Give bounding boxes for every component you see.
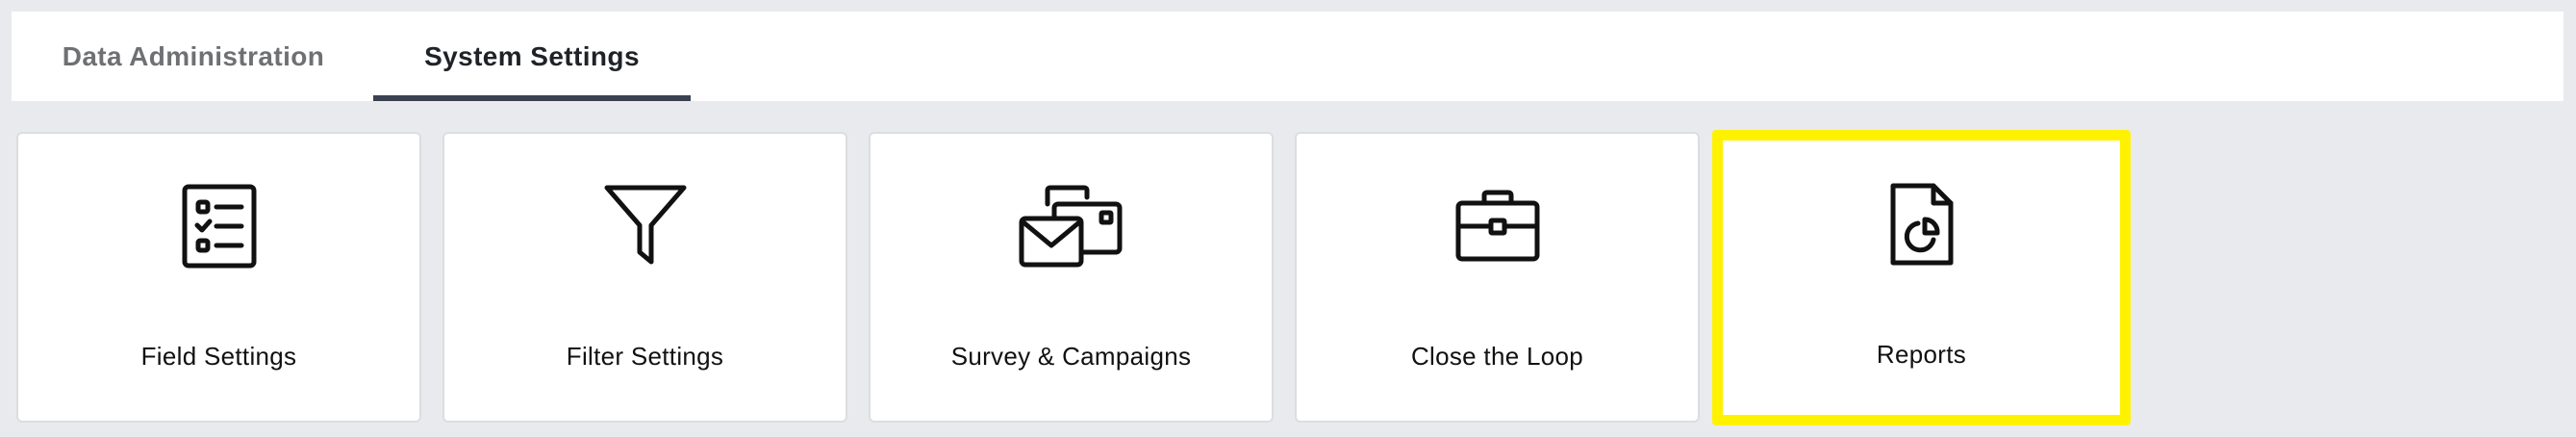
funnel-filter-icon [588,178,703,274]
reports-label: Reports [1876,340,1967,369]
tab-data-administration-label: Data Administration [62,40,325,71]
mail-cards-icon [1014,178,1129,274]
briefcase-icon [1440,178,1555,274]
checklist-icon [162,178,277,274]
close-the-loop-label: Close the Loop [1410,342,1584,371]
tab-data-administration[interactable]: Data Administration [35,12,352,101]
close-the-loop-card[interactable]: Close the Loop [1295,132,1700,423]
field-settings-card[interactable]: Field Settings [16,132,421,423]
filter-settings-label: Filter Settings [566,342,724,371]
tab-system-settings-label: System Settings [424,40,640,71]
filter-settings-card[interactable]: Filter Settings [442,132,847,423]
field-settings-label: Field Settings [140,342,297,371]
active-tab-indicator [373,95,691,101]
settings-tab-bar: Data Administration System Settings [12,12,2563,101]
report-document-icon [1864,176,1980,272]
tab-system-settings[interactable]: System Settings [373,12,691,101]
reports-card[interactable]: Reports [1712,130,2131,425]
survey-campaigns-label: Survey & Campaigns [950,342,1192,371]
survey-campaigns-card[interactable]: Survey & Campaigns [869,132,1274,423]
